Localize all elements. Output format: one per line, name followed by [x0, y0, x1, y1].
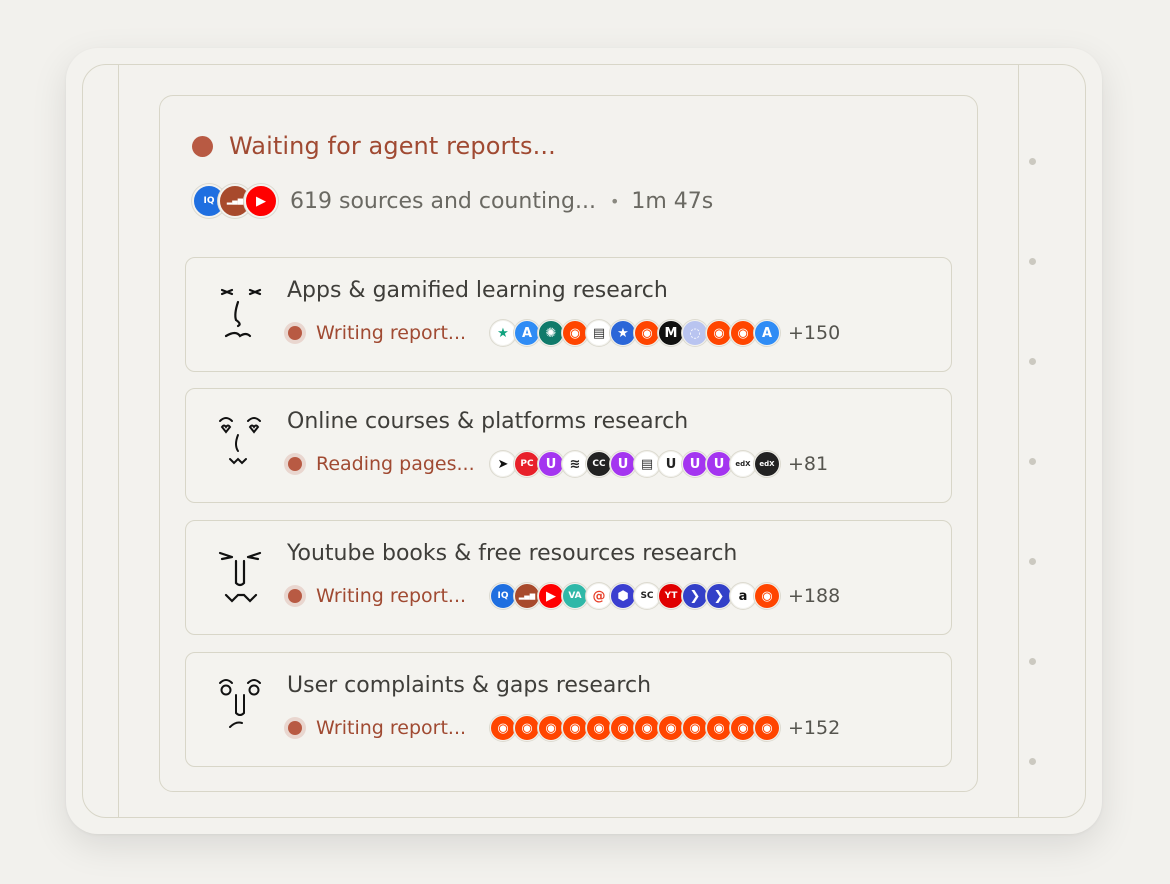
- agent-source-icons: ➤ PC U ≋ CC U ▤ U U UedX edX: [490, 451, 780, 477]
- spiral-icon[interactable]: @: [586, 583, 612, 609]
- reddit-icon[interactable]: ◉: [538, 715, 564, 741]
- status-title: Waiting for agent reports...: [229, 132, 556, 160]
- rail-dot[interactable]: [1029, 358, 1036, 365]
- reddit-icon[interactable]: ◉: [658, 715, 684, 741]
- agent-card[interactable]: Online courses & platforms research Read…: [185, 388, 952, 503]
- rail-dot[interactable]: [1029, 158, 1036, 165]
- source-icon-stack: IQ ▂▄▆ ▶: [192, 184, 278, 218]
- cc-icon[interactable]: CC: [586, 451, 612, 477]
- chevron-logo-icon[interactable]: ❯: [682, 583, 708, 609]
- document-icon[interactable]: ▤: [586, 320, 612, 346]
- reddit-icon[interactable]: ◉: [754, 583, 780, 609]
- reddit-icon[interactable]: ◉: [562, 320, 588, 346]
- reddit-icon[interactable]: ◉: [706, 320, 732, 346]
- agent-status: Writing report... IQ ▂▄▆ ▶ VA @ ⬢ SC YT ❯ ❯ a ◉ +18…: [284, 583, 840, 609]
- youtube-icon[interactable]: ▶: [244, 184, 278, 218]
- circle-logo-icon[interactable]: ◌: [682, 320, 708, 346]
- yt-logo-icon[interactable]: YT: [658, 583, 684, 609]
- sources-summary: IQ ▂▄▆ ▶ 619 sources and counting... • 1m …: [192, 184, 713, 218]
- app-store-icon[interactable]: A: [754, 320, 780, 346]
- agent-source-icons: ◉ ◉ ◉ ◉ ◉ ◉ ◉ ◉ ◉ ◉ ◉ ◉: [490, 715, 780, 741]
- rail-dot[interactable]: [1029, 558, 1036, 565]
- agent-status-text: Reading pages...: [316, 453, 475, 475]
- agent-title: User complaints & gaps research: [287, 673, 652, 698]
- agent-status-dot: [284, 322, 306, 344]
- hexagon-logo-icon[interactable]: ⬢: [610, 583, 636, 609]
- pc-logo-icon[interactable]: PC: [514, 451, 540, 477]
- reddit-icon[interactable]: ◉: [514, 715, 540, 741]
- udemy-icon[interactable]: U: [538, 451, 564, 477]
- agent-status: Writing report... ◉ ◉ ◉ ◉ ◉ ◉ ◉ ◉ ◉ ◉ ◉ ◉ +152: [284, 715, 840, 741]
- udemy-outline-icon[interactable]: U: [658, 451, 684, 477]
- reddit-icon[interactable]: ◉: [730, 320, 756, 346]
- reddit-icon[interactable]: ◉: [634, 320, 660, 346]
- agent-status-text: Writing report...: [316, 322, 467, 344]
- reddit-icon[interactable]: ◉: [562, 715, 588, 741]
- agent-face-icon: [212, 543, 268, 611]
- left-rail-divider: [118, 65, 119, 817]
- globe-icon[interactable]: ✺: [538, 320, 564, 346]
- udemy-icon[interactable]: U: [706, 451, 732, 477]
- app-store-icon[interactable]: A: [514, 320, 540, 346]
- agent-status: Writing report... ★ A ✺ ◉ ▤ ★ ◉ M ◌ ◉ ◉ A +150: [284, 320, 840, 346]
- agent-status-dot: [284, 717, 306, 739]
- agent-status-dot: [284, 585, 306, 607]
- agent-face-icon: [212, 675, 268, 743]
- chevron-logo-icon[interactable]: ❯: [706, 583, 732, 609]
- agent-source-icons: ★ A ✺ ◉ ▤ ★ ◉ M ◌ ◉ ◉ A: [490, 320, 780, 346]
- reddit-icon[interactable]: ◉: [730, 715, 756, 741]
- separator-dot: •: [609, 191, 620, 211]
- agent-status: Reading pages... ➤ PC U ≋ CC U ▤ U U UedX edX +81: [284, 451, 828, 477]
- agent-card[interactable]: Youtube books & free resources research …: [185, 520, 952, 635]
- document-icon[interactable]: ▤: [634, 451, 660, 477]
- more-sources-count: +81: [788, 453, 829, 475]
- reddit-icon[interactable]: ◉: [634, 715, 660, 741]
- agent-title: Apps & gamified learning research: [287, 278, 668, 303]
- arrow-logo-icon[interactable]: ➤: [490, 451, 516, 477]
- rail-dot[interactable]: [1029, 258, 1036, 265]
- va-logo-icon[interactable]: VA: [562, 583, 588, 609]
- medium-icon[interactable]: M: [658, 320, 684, 346]
- edx-icon[interactable]: edX: [730, 451, 756, 477]
- agent-status-text: Writing report...: [316, 717, 467, 739]
- agent-card[interactable]: User complaints & gaps research Writing …: [185, 652, 952, 767]
- reddit-icon[interactable]: ◉: [610, 715, 636, 741]
- research-progress-panel: Waiting for agent reports... IQ ▂▄▆ ▶ 619 …: [159, 95, 978, 792]
- bar-chart-icon[interactable]: ▂▄▆: [514, 583, 540, 609]
- rail-dot[interactable]: [1029, 458, 1036, 465]
- edx-icon[interactable]: edX: [754, 451, 780, 477]
- star-icon[interactable]: ★: [490, 320, 516, 346]
- rail-dot[interactable]: [1029, 758, 1036, 765]
- logo-iq-icon[interactable]: IQ: [490, 583, 516, 609]
- elapsed-time: 1m 47s: [631, 188, 714, 214]
- youtube-icon[interactable]: ▶: [538, 583, 564, 609]
- agent-title: Youtube books & free resources research: [287, 541, 738, 566]
- agent-face-icon: [212, 411, 268, 479]
- more-sources-count: +152: [788, 717, 841, 739]
- rail-dot[interactable]: [1029, 658, 1036, 665]
- reddit-icon[interactable]: ◉: [706, 715, 732, 741]
- agent-source-icons: IQ ▂▄▆ ▶ VA @ ⬢ SC YT ❯ ❯ a ◉: [490, 583, 780, 609]
- status-header: Waiting for agent reports...: [192, 132, 556, 160]
- agent-title: Online courses & platforms research: [287, 409, 689, 434]
- reddit-icon[interactable]: ◉: [682, 715, 708, 741]
- reddit-icon[interactable]: ◉: [754, 715, 780, 741]
- shield-star-icon[interactable]: ★: [610, 320, 636, 346]
- layers-icon[interactable]: ≋: [562, 451, 588, 477]
- agent-status-text: Writing report...: [316, 585, 467, 607]
- right-rail-divider: [1018, 65, 1019, 817]
- udemy-icon[interactable]: U: [682, 451, 708, 477]
- reddit-icon[interactable]: ◉: [490, 715, 516, 741]
- agent-card[interactable]: Apps & gamified learning research Writin…: [185, 257, 952, 372]
- reddit-icon[interactable]: ◉: [586, 715, 612, 741]
- sources-count: 619 sources and counting...: [290, 188, 596, 214]
- udemy-icon[interactable]: U: [610, 451, 636, 477]
- sc-logo-icon[interactable]: SC: [634, 583, 660, 609]
- agent-status-dot: [284, 453, 306, 475]
- agent-face-icon: [212, 280, 268, 348]
- more-sources-count: +188: [788, 585, 841, 607]
- more-sources-count: +150: [788, 322, 841, 344]
- status-indicator-dot: [192, 135, 213, 157]
- amazon-icon[interactable]: a: [730, 583, 756, 609]
